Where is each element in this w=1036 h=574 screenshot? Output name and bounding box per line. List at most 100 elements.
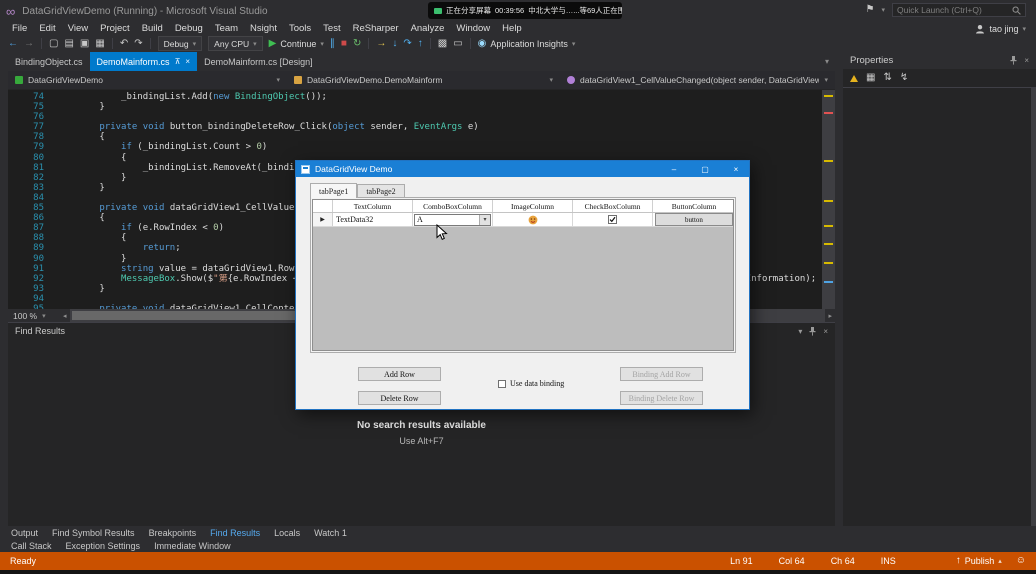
alphabetical-sort-icon[interactable]: ⇅ [883,73,891,83]
scroll-left-icon[interactable]: ◂ [60,312,70,320]
pin-tab-icon[interactable]: ⊼ [175,58,181,66]
editor-scrollbar[interactable] [822,90,835,309]
navigate-forward-icon[interactable]: → [24,39,34,49]
project-dropdown[interactable]: DataGridViewDemo ▾ [8,71,287,89]
categorized-icon[interactable]: ▦ [866,73,875,83]
menu-help[interactable]: Help [496,23,528,34]
navigate-back-icon[interactable]: ← [8,39,18,49]
menu-analyze[interactable]: Analyze [405,23,451,34]
binding-add-row-button[interactable]: Binding Add Row [620,367,703,381]
feedback-icon[interactable]: ☺ [1016,556,1026,566]
type-dropdown[interactable]: DataGridViewDemo.DemoMainform ▾ [287,71,560,89]
menu-resharper[interactable]: ReSharper [347,23,405,34]
tab-demomainform-design[interactable]: DemoMainform.cs [Design] [197,52,320,71]
panel-tab-exception-settings[interactable]: Exception Settings [59,541,148,551]
save-all-icon[interactable]: ▦ [95,39,104,49]
panel-tab-immediate-window[interactable]: Immediate Window [147,541,238,551]
window-position-icon[interactable]: ▾ [798,327,802,336]
menu-nsight[interactable]: Nsight [244,23,283,34]
continue-button[interactable]: ▶ Continue ▾ [269,39,324,49]
panel-tab-find-symbol-results[interactable]: Find Symbol Results [45,528,142,538]
step-over-icon[interactable]: ↷ [403,39,411,49]
tab-demomainform-cs[interactable]: DemoMainform.cs ⊼ × [90,52,198,71]
menu-build[interactable]: Build [136,23,169,34]
member-dropdown[interactable]: dataGridView1_CellValueChanged(object se… [560,71,835,89]
panel-tab-locals[interactable]: Locals [267,528,307,538]
notifications-flag-icon[interactable]: ⚑ [866,5,875,15]
redo-icon[interactable]: ↷ [134,39,142,49]
close-panel-icon[interactable]: × [1024,56,1029,65]
show-next-statement-icon[interactable]: → [376,39,386,49]
new-file-icon[interactable]: ▢ [49,39,58,49]
checkbox-cell[interactable] [573,213,653,226]
pause-icon[interactable]: ∥ [330,39,335,49]
tab-page2[interactable]: tabPage2 [357,184,404,197]
datagridview[interactable]: TextColumnComboBoxColumnImageColumnCheck… [312,199,734,351]
column-header-comboboxcolumn[interactable]: ComboBoxColumn [413,200,493,212]
combobox-dropdown-icon[interactable]: ▾ [479,215,490,225]
column-header-imagecolumn[interactable]: ImageColumn [493,200,573,212]
close-panel-icon[interactable]: × [823,327,828,336]
column-header-buttoncolumn[interactable]: ButtonColumn [653,200,734,212]
button-cell[interactable]: button [653,213,734,226]
delete-row-button[interactable]: Delete Row [358,391,441,405]
application-insights-button[interactable]: ◉ Application Insights ▾ [478,39,576,49]
active-files-chevron-icon[interactable]: ▾ [825,57,829,66]
step-out-icon[interactable]: ↑ [418,39,423,49]
add-row-button[interactable]: Add Row [358,367,441,381]
panel-tab-breakpoints[interactable]: Breakpoints [142,528,204,538]
events-icon[interactable]: ↯ [900,73,908,83]
menu-test[interactable]: Test [317,23,346,34]
image-cell[interactable] [493,213,573,226]
close-button[interactable]: × [723,161,749,177]
menu-team[interactable]: Team [209,23,244,34]
panel-tab-find-results[interactable]: Find Results [203,528,267,538]
menu-tools[interactable]: Tools [283,23,317,34]
grid-corner-header[interactable] [313,200,333,212]
dialog-title-bar[interactable]: DataGridView Demo – ▢ × [296,161,749,177]
toolbar-separator [430,38,431,49]
menu-debug[interactable]: Debug [169,23,209,34]
scroll-right-icon[interactable]: ▸ [825,312,835,320]
solution-explorer-sync-icon[interactable]: ▩ [438,39,447,49]
maximize-button[interactable]: ▢ [692,161,718,177]
pin-icon[interactable] [1010,56,1017,65]
menu-edit[interactable]: Edit [33,23,61,34]
quick-launch-search[interactable]: Quick Launch (Ctrl+Q) [892,3,1026,17]
menu-view[interactable]: View [62,23,94,34]
column-header-checkboxcolumn[interactable]: CheckBoxColumn [573,200,653,212]
tab-bindingobject-cs[interactable]: BindingObject.cs [8,52,90,71]
panel-tab-output[interactable]: Output [4,528,45,538]
stop-debugging-icon[interactable]: ■ [341,39,347,49]
combobox-cell[interactable]: A ▾ [413,213,493,226]
publish-button[interactable]: ↑ Publish ▴ [956,556,1002,566]
open-file-icon[interactable]: ▤ [64,39,73,49]
datagridview-demo-window[interactable]: DataGridView Demo – ▢ × tabPage1 tabPage… [295,160,750,410]
restart-icon[interactable]: ↻ [353,39,361,49]
cell-button[interactable]: button [655,213,733,226]
close-tab-icon[interactable]: × [185,58,190,66]
user-account[interactable]: tao jing ▾ [975,24,1026,34]
tab-page1[interactable]: tabPage1 [310,183,357,198]
menu-project[interactable]: Project [94,23,136,34]
find-in-files-icon[interactable]: ▭ [453,39,462,49]
panel-tab-watch-1[interactable]: Watch 1 [307,528,354,538]
step-into-icon[interactable]: ↓ [392,39,397,49]
properties-scrollbar[interactable] [1031,88,1036,526]
zoom-control[interactable]: 100 % ▾ [8,311,60,321]
properties-title: Properties [850,55,893,66]
use-data-binding-checkbox[interactable]: Use data binding [498,379,564,388]
menu-file[interactable]: File [6,23,33,34]
undo-icon[interactable]: ↶ [120,39,128,49]
binding-delete-row-button[interactable]: Binding Delete Row [620,391,703,405]
row-header[interactable]: ▶ [313,213,333,226]
pin-icon[interactable] [809,327,816,336]
minimize-button[interactable]: – [661,161,687,177]
configuration-dropdown[interactable]: Debug ▾ [158,36,203,51]
menu-window[interactable]: Window [450,23,496,34]
column-header-textcolumn[interactable]: TextColumn [333,200,413,212]
platform-dropdown[interactable]: Any CPU ▾ [208,36,262,51]
save-icon[interactable]: ▣ [80,39,89,49]
panel-tab-call-stack[interactable]: Call Stack [4,541,59,551]
text-cell[interactable]: TextData32 [333,213,413,226]
